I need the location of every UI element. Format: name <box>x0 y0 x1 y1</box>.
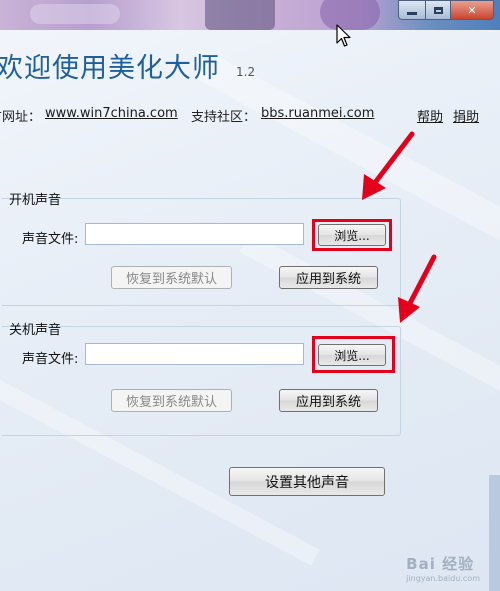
community-link[interactable]: bbs.ruanmei.com <box>261 106 374 121</box>
startup-apply-button[interactable]: 应用到系统 <box>279 266 378 289</box>
shutdown-apply-button[interactable]: 应用到系统 <box>279 389 378 412</box>
title-bar: ✕ <box>0 0 500 30</box>
red-arrow-icon <box>398 254 437 323</box>
startup-sound-title: 开机声音 <box>9 193 62 208</box>
startup-browse-button[interactable]: 浏览... <box>318 224 386 246</box>
version-label: 1.2 <box>236 65 256 79</box>
red-arrow-icon <box>362 131 415 200</box>
watermark: Bai 经验 jingyan.baidu.com <box>406 553 480 583</box>
community-label: 支持社区： <box>191 110 257 125</box>
close-button[interactable]: ✕ <box>451 0 494 20</box>
scrollbar[interactable] <box>489 475 500 591</box>
maximize-button[interactable] <box>426 0 451 20</box>
close-icon: ✕ <box>467 3 477 17</box>
shutdown-sound-title: 关机声音 <box>9 323 62 338</box>
mouse-cursor-icon <box>336 24 351 47</box>
minimize-icon <box>407 11 417 15</box>
shutdown-file-input[interactable] <box>85 343 304 365</box>
site-label: 官方网址： <box>0 110 42 125</box>
startup-sound-group <box>2 198 401 306</box>
site-link[interactable]: www.win7china.com <box>45 106 178 121</box>
window-controls: ✕ <box>398 0 494 20</box>
background-decoration <box>205 0 275 30</box>
other-sounds-button[interactable]: 设置其他声音 <box>229 467 385 496</box>
page-title: 欢迎使用美化大师 <box>0 53 220 84</box>
background-decoration <box>30 4 120 24</box>
watermark-text: Bai 经验 <box>406 555 475 573</box>
shutdown-browse-button[interactable]: 浏览... <box>318 344 386 366</box>
startup-file-label: 声音文件: <box>22 232 79 247</box>
minimize-button[interactable] <box>398 0 426 20</box>
maximize-icon <box>433 6 443 14</box>
help-link[interactable]: 帮助 <box>417 106 443 125</box>
watermark-sub: jingyan.baidu.com <box>406 574 480 583</box>
shutdown-file-label: 声音文件: <box>22 352 79 367</box>
startup-file-input[interactable] <box>85 223 304 245</box>
donate-link[interactable]: 捐助 <box>453 106 479 125</box>
startup-restore-default-button[interactable]: 恢复到系统默认 <box>111 266 232 289</box>
shutdown-restore-default-button[interactable]: 恢复到系统默认 <box>111 389 232 412</box>
